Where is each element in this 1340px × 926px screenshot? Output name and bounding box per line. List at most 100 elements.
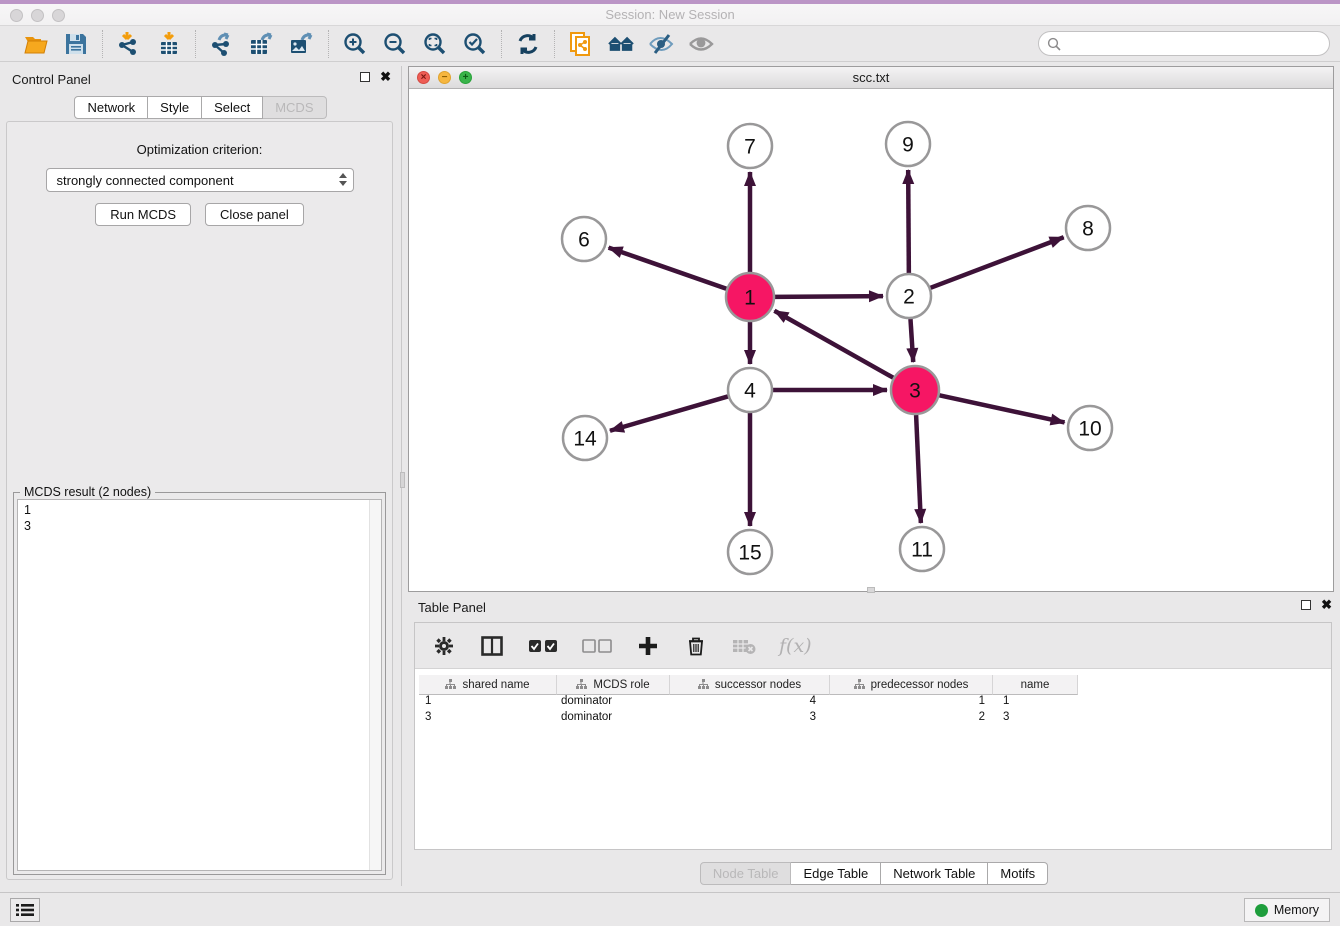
table-cell: dominator bbox=[557, 695, 670, 711]
network-window: × − + scc.txt 1234678910111415 bbox=[408, 66, 1334, 592]
close-table-panel-icon[interactable]: ✖ bbox=[1321, 600, 1332, 610]
table-panel-tabs: Node TableEdge TableNetwork TableMotifs bbox=[408, 862, 1340, 885]
tab-node-table[interactable]: Node Table bbox=[700, 862, 792, 885]
column-header-successor-nodes[interactable]: successor nodes bbox=[670, 675, 830, 695]
zoom-fit-icon[interactable] bbox=[422, 31, 448, 57]
select-stepper-icon bbox=[339, 173, 347, 186]
close-panel-icon[interactable]: ✖ bbox=[380, 72, 391, 82]
edge-3-11[interactable] bbox=[916, 415, 921, 523]
table-cell: 4 bbox=[670, 695, 830, 711]
edge-1-6[interactable] bbox=[609, 248, 727, 289]
network-canvas[interactable]: 1234678910111415 bbox=[409, 89, 1333, 591]
node-label-15: 15 bbox=[738, 541, 761, 564]
window-title: Session: New Session bbox=[0, 7, 1340, 22]
table-header-row: shared nameMCDS rolesuccessor nodesprede… bbox=[419, 675, 1327, 695]
search-input[interactable] bbox=[1061, 34, 1329, 54]
import-network-icon[interactable] bbox=[116, 31, 142, 57]
column-header-MCDS-role[interactable]: MCDS role bbox=[557, 675, 670, 695]
node-label-8: 8 bbox=[1082, 217, 1094, 240]
control-panel-tabs: NetworkStyleSelectMCDS bbox=[0, 96, 401, 119]
import-table-icon[interactable] bbox=[156, 31, 182, 57]
float-table-panel-icon[interactable] bbox=[1301, 600, 1311, 610]
tab-network-table[interactable]: Network Table bbox=[881, 862, 988, 885]
table-row[interactable]: 3dominator323 bbox=[419, 711, 1327, 727]
criterion-select[interactable]: strongly connected component bbox=[46, 168, 354, 192]
node-label-6: 6 bbox=[578, 228, 590, 251]
window-titlebar: Session: New Session bbox=[0, 0, 1340, 26]
table-toolbar: f(x) bbox=[415, 623, 1331, 669]
column-header-predecessor-nodes[interactable]: predecessor nodes bbox=[830, 675, 993, 695]
table-cell: 1 bbox=[419, 695, 557, 711]
first-neighbors-icon[interactable] bbox=[608, 31, 634, 57]
memory-button[interactable]: Memory bbox=[1244, 898, 1330, 922]
edge-4-14[interactable] bbox=[610, 396, 728, 430]
mcds-result-box: MCDS result (2 nodes) 1 3 bbox=[13, 492, 386, 875]
hide-selected-icon[interactable] bbox=[648, 31, 674, 57]
tab-network[interactable]: Network bbox=[74, 96, 148, 119]
network-title: scc.txt bbox=[409, 70, 1333, 85]
mcds-result-text[interactable]: 1 3 bbox=[17, 499, 382, 871]
export-network-icon[interactable] bbox=[209, 31, 235, 57]
node-label-10: 10 bbox=[1078, 417, 1101, 440]
table-body: 1dominator4113dominator323 bbox=[419, 695, 1327, 727]
attribute-icon bbox=[854, 679, 865, 690]
export-table-icon[interactable] bbox=[249, 31, 275, 57]
show-all-icon[interactable] bbox=[688, 31, 714, 57]
table-cell: 2 bbox=[830, 711, 993, 727]
search-icon bbox=[1047, 37, 1061, 51]
column-header-name[interactable]: name bbox=[993, 675, 1078, 695]
delete-table-icon[interactable] bbox=[731, 633, 757, 659]
attribute-icon bbox=[698, 679, 709, 690]
network-window-titlebar[interactable]: × − + scc.txt bbox=[409, 67, 1333, 89]
result-scrollbar[interactable] bbox=[369, 500, 381, 870]
delete-column-icon[interactable] bbox=[683, 633, 709, 659]
node-table-container: f(x) shared nameMCDS rolesuccessor nodes… bbox=[414, 622, 1332, 850]
edge-3-10[interactable] bbox=[939, 395, 1064, 422]
zoom-selected-icon[interactable] bbox=[462, 31, 488, 57]
float-panel-icon[interactable] bbox=[360, 72, 370, 82]
frame-resize-handle[interactable] bbox=[867, 587, 875, 593]
tab-edge-table[interactable]: Edge Table bbox=[791, 862, 881, 885]
run-mcds-button[interactable]: Run MCDS bbox=[95, 203, 191, 226]
criterion-value: strongly connected component bbox=[57, 173, 234, 188]
edge-2-3[interactable] bbox=[910, 319, 913, 362]
export-image-icon[interactable] bbox=[289, 31, 315, 57]
edge-2-9[interactable] bbox=[908, 170, 909, 273]
node-label-2: 2 bbox=[903, 285, 915, 308]
zoom-in-icon[interactable] bbox=[342, 31, 368, 57]
task-history-button[interactable] bbox=[10, 898, 40, 922]
tab-select[interactable]: Select bbox=[202, 96, 263, 119]
tab-mcds[interactable]: MCDS bbox=[263, 96, 326, 119]
add-column-icon[interactable] bbox=[635, 633, 661, 659]
search-box[interactable] bbox=[1038, 31, 1330, 56]
panel-divider-handle[interactable] bbox=[400, 472, 405, 488]
node-label-3: 3 bbox=[909, 379, 921, 402]
edge-2-8[interactable] bbox=[931, 237, 1064, 288]
column-header-shared-name[interactable]: shared name bbox=[419, 675, 557, 695]
close-panel-button[interactable]: Close panel bbox=[205, 203, 304, 226]
select-all-icon[interactable] bbox=[527, 633, 559, 659]
table-options-icon[interactable] bbox=[431, 633, 457, 659]
node-label-14: 14 bbox=[573, 427, 597, 450]
function-builder-icon[interactable]: f(x) bbox=[779, 635, 812, 657]
memory-label: Memory bbox=[1274, 903, 1319, 917]
node-label-11: 11 bbox=[911, 538, 933, 561]
edge-1-2[interactable] bbox=[775, 296, 883, 297]
edge-3-1[interactable] bbox=[774, 311, 893, 378]
list-icon bbox=[16, 903, 34, 917]
table-cell: 1 bbox=[830, 695, 993, 711]
table-row[interactable]: 1dominator411 bbox=[419, 695, 1327, 711]
show-columns-icon[interactable] bbox=[479, 633, 505, 659]
tab-style[interactable]: Style bbox=[148, 96, 202, 119]
clone-network-icon[interactable] bbox=[568, 31, 594, 57]
table-cell: 3 bbox=[419, 711, 557, 727]
zoom-out-icon[interactable] bbox=[382, 31, 408, 57]
deselect-all-icon[interactable] bbox=[581, 633, 613, 659]
apply-layout-icon[interactable] bbox=[515, 31, 541, 57]
memory-status-icon bbox=[1255, 904, 1268, 917]
save-session-icon[interactable] bbox=[63, 31, 89, 57]
tab-motifs[interactable]: Motifs bbox=[988, 862, 1048, 885]
node-table[interactable]: shared nameMCDS rolesuccessor nodesprede… bbox=[419, 675, 1327, 849]
open-file-icon[interactable] bbox=[23, 31, 49, 57]
status-bar: Memory bbox=[0, 892, 1340, 926]
